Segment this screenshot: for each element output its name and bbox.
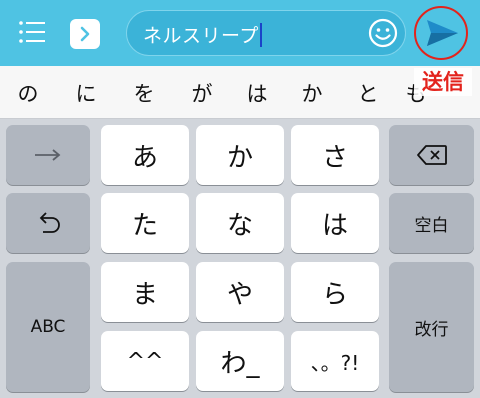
enter-key[interactable]: 改行: [389, 262, 474, 392]
chat-input-bar: ネルスリープ: [0, 0, 480, 66]
key-ta[interactable]: た: [101, 193, 189, 253]
key-punctuation[interactable]: 、。?!: [291, 331, 379, 391]
space-key[interactable]: 空白: [389, 193, 474, 253]
message-input[interactable]: ネルスリープ: [126, 10, 406, 56]
backspace-icon: [416, 145, 447, 165]
arrow-right-icon: [35, 149, 61, 161]
suggestion-item[interactable]: は: [237, 78, 277, 108]
suggestion-item[interactable]: に: [66, 78, 106, 108]
send-annotation-label: 送信: [414, 68, 472, 96]
key-ka[interactable]: か: [196, 125, 284, 185]
key-ra[interactable]: ら: [291, 262, 379, 322]
send-highlight-circle: [414, 6, 468, 60]
undo-icon: [39, 212, 60, 233]
key-emoticon[interactable]: ^^: [101, 331, 189, 391]
suggestion-item[interactable]: が: [182, 78, 222, 108]
key-wa[interactable]: わ_: [196, 331, 284, 391]
suggestion-item[interactable]: の: [8, 78, 48, 108]
chevron-right-icon: [80, 26, 90, 42]
suggestion-item[interactable]: と: [348, 78, 388, 108]
suggestion-item[interactable]: を: [124, 78, 164, 108]
backspace-key[interactable]: [389, 125, 474, 185]
key-na[interactable]: な: [196, 193, 284, 253]
smile-icon[interactable]: [367, 17, 399, 49]
next-candidate-key[interactable]: [6, 125, 90, 185]
key-a[interactable]: あ: [101, 125, 189, 185]
key-sa[interactable]: さ: [291, 125, 379, 185]
key-ha[interactable]: は: [291, 193, 379, 253]
key-ma[interactable]: ま: [101, 262, 189, 322]
menu-icon[interactable]: [18, 20, 46, 44]
undo-key[interactable]: [6, 193, 90, 253]
text-caret: [259, 23, 262, 47]
suggestion-item[interactable]: か: [292, 78, 332, 108]
suggestion-bar: の に を が は か と も: [0, 66, 480, 119]
abc-key[interactable]: ABC: [6, 262, 90, 392]
more-button[interactable]: [70, 19, 100, 49]
key-ya[interactable]: や: [196, 262, 284, 322]
message-text: ネルスリープ: [143, 21, 262, 48]
